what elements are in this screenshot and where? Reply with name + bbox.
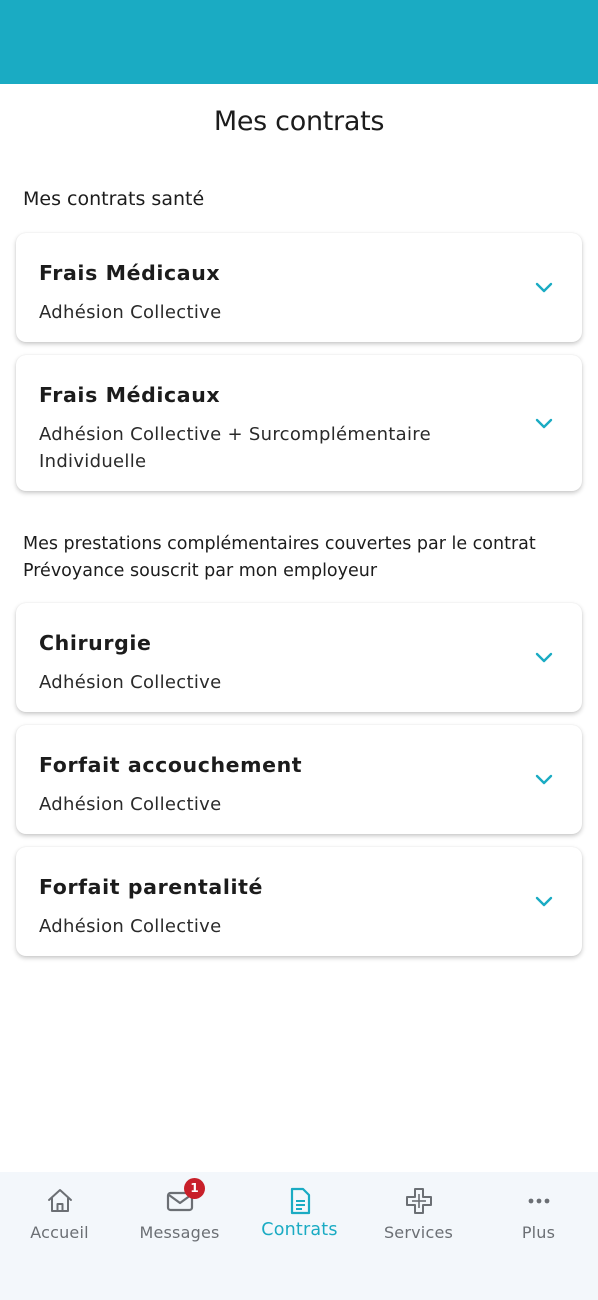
medical-cross-icon <box>405 1188 432 1214</box>
tab-contrats[interactable]: Contrats <box>240 1172 359 1262</box>
tab-services[interactable]: Services <box>359 1172 478 1262</box>
tab-plus[interactable]: Plus <box>479 1172 598 1262</box>
card-title: Chirurgie <box>39 631 152 655</box>
page-title: Mes contrats <box>213 106 385 137</box>
card-subtitle: Adhésion Collective <box>39 302 222 323</box>
contract-card-chirurgie[interactable]: Chirurgie Adhésion Collective <box>16 603 582 712</box>
status-bar <box>0 0 598 84</box>
section-title-prevoyance: Mes prestations complémentaires couverte… <box>23 534 536 581</box>
tab-label: Contrats <box>261 1220 338 1240</box>
document-icon <box>290 1187 310 1215</box>
tab-label: Plus <box>521 1223 556 1242</box>
tab-label: Services <box>383 1223 454 1242</box>
tab-accueil[interactable]: Accueil <box>0 1172 119 1262</box>
section-title-health: Mes contrats santé <box>23 188 205 210</box>
chevron-down-icon[interactable] <box>534 280 554 294</box>
card-title: Forfait parentalité <box>39 875 263 899</box>
contract-card-frais-medicaux-2[interactable]: Frais Médicaux Adhésion Collective + Sur… <box>16 355 582 491</box>
contract-card-frais-medicaux-1[interactable]: Frais Médicaux Adhésion Collective <box>16 233 582 342</box>
unread-badge: 1 <box>184 1178 205 1199</box>
card-title: Frais Médicaux <box>39 383 221 407</box>
chevron-down-icon[interactable] <box>534 650 554 664</box>
card-subtitle: Adhésion Collective <box>39 916 222 937</box>
tab-messages[interactable]: 1 Messages <box>120 1172 239 1262</box>
contract-card-forfait-accouchement[interactable]: Forfait accouchement Adhésion Collective <box>16 725 582 834</box>
more-dots-icon <box>528 1198 549 1204</box>
tab-label: Accueil <box>30 1223 89 1242</box>
contract-card-forfait-parentalite[interactable]: Forfait parentalité Adhésion Collective <box>16 847 582 956</box>
card-title: Frais Médicaux <box>39 261 221 285</box>
chevron-down-icon[interactable] <box>534 894 554 908</box>
card-subtitle: Adhésion Collective + Surcomplémentaire … <box>39 424 431 472</box>
bottom-navigation: Accueil 1 Messages Contrats Services Plu… <box>0 1172 598 1300</box>
chevron-down-icon[interactable] <box>534 416 554 430</box>
app-screen: Mes contrats Mes contrats santé Frais Mé… <box>0 0 598 1300</box>
card-subtitle: Adhésion Collective <box>39 672 222 693</box>
card-title: Forfait accouchement <box>39 753 303 777</box>
home-icon <box>47 1189 72 1212</box>
chevron-down-icon[interactable] <box>534 772 554 786</box>
card-subtitle: Adhésion Collective <box>39 794 222 815</box>
tab-label: Messages <box>139 1223 220 1242</box>
